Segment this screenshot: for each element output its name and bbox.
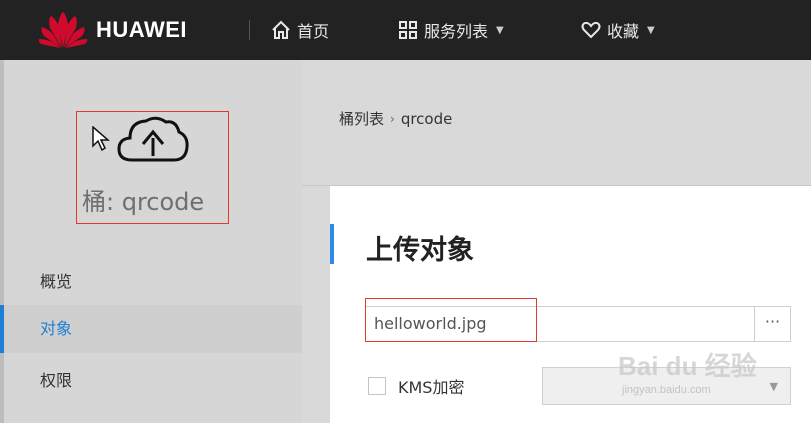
home-icon: [272, 20, 290, 39]
chevron-right-icon: ›: [390, 111, 395, 126]
panel-title: 上传对象: [366, 235, 474, 266]
breadcrumb-current: qrcode: [400, 109, 453, 128]
active-indicator: [0, 305, 4, 353]
browse-button[interactable]: ···: [754, 306, 791, 342]
brand-text: HUAWEI: [96, 17, 187, 42]
title-accent-bar: [330, 224, 334, 264]
kms-checkbox[interactable]: [368, 377, 386, 395]
huawei-petal-icon: [38, 12, 88, 48]
chevron-down-icon: ▼: [647, 24, 655, 36]
grid-icon: [399, 21, 417, 39]
sidebar-item-permissions[interactable]: 权限: [4, 357, 302, 405]
nav-home-label: 首页: [297, 22, 330, 41]
watermark-url: jingyan.baidu.com: [622, 384, 711, 396]
nav-home[interactable]: 首页: [271, 18, 329, 42]
nav-favorites[interactable]: 收藏 ▼: [581, 18, 655, 42]
kms-label: KMS加密: [398, 378, 465, 397]
annotation-box: [365, 298, 537, 342]
nav-services-label: 服务列表: [424, 22, 489, 41]
nav-divider: [249, 20, 250, 40]
heart-icon: [581, 21, 601, 39]
sidebar-item-objects[interactable]: 对象: [4, 305, 302, 353]
chevron-down-icon: ▼: [496, 24, 504, 36]
nav-favorites-label: 收藏: [607, 22, 640, 41]
watermark-text: Bai du 经验: [618, 351, 757, 381]
top-navbar: HUAWEI 首页 服务列表 ▼ 收藏 ▼: [0, 0, 811, 60]
huawei-logo[interactable]: HUAWEI: [38, 10, 187, 50]
nav-services[interactable]: 服务列表 ▼: [398, 18, 504, 42]
breadcrumb: 桶列表 › qrcode: [339, 108, 452, 129]
annotation-box: [76, 111, 229, 224]
breadcrumb-root[interactable]: 桶列表: [339, 108, 384, 129]
chevron-down-icon: ▼: [769, 380, 778, 393]
sidebar-item-overview[interactable]: 概览: [4, 258, 302, 306]
